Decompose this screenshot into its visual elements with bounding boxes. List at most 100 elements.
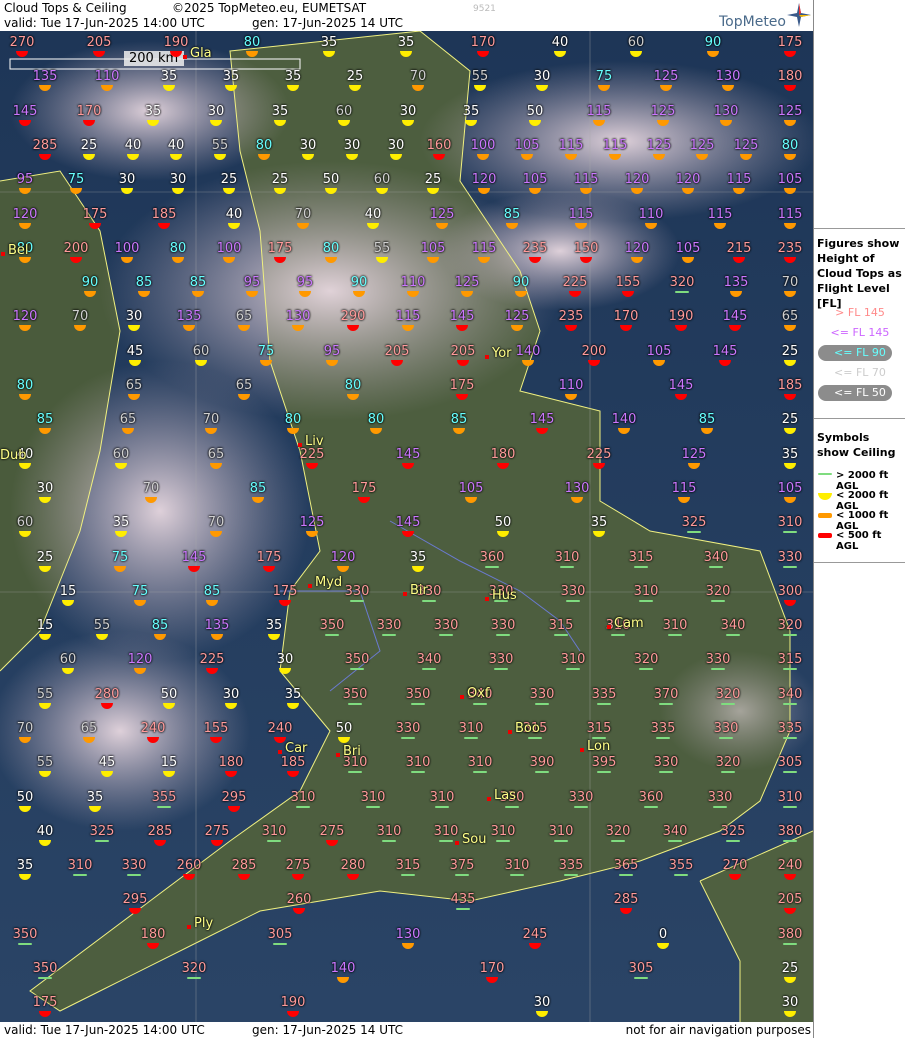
cloud-top-label: 145 <box>12 104 38 119</box>
cloud-top-label: 205 <box>384 344 410 359</box>
cloud-top-label: 35 <box>397 35 415 50</box>
cloud-top-label: 310 <box>376 824 402 839</box>
cloud-top-label: 55 <box>36 687 54 702</box>
ceiling-symbol <box>721 771 735 773</box>
cloud-top-label: 330 <box>707 790 733 805</box>
city-dub: Dub <box>0 448 27 463</box>
cloud-top-label: 310 <box>560 652 586 667</box>
cloud-top-label: 120 <box>624 241 650 256</box>
ceiling-symbol <box>18 943 32 945</box>
image-code: 9521 <box>473 4 496 14</box>
cloud-top-label: 305 <box>777 755 803 770</box>
cloud-top-label: 80 <box>781 138 799 153</box>
cloud-top-label: 240 <box>140 721 166 736</box>
ceiling-symbol <box>366 806 380 808</box>
city-bri: Bri <box>336 744 361 759</box>
cloud-top-label: 125 <box>681 447 707 462</box>
cloud-top-label: 330 <box>529 687 555 702</box>
cloud-top-label: 105 <box>458 481 484 496</box>
cloud-top-label: 110 <box>400 275 426 290</box>
cloud-top-label: 80 <box>16 378 34 393</box>
cloud-top-label: 35 <box>462 104 480 119</box>
cloud-top-label: 30 <box>222 687 240 702</box>
ceiling-symbol <box>273 943 287 945</box>
footer-valid-time: valid: Tue 17-Jun-2025 14:00 UTC <box>4 1023 205 1037</box>
satellite-map[interactable]: 200 km 270 205 190 80 35 35 170 40 60 90 175 135 110… <box>0 31 813 1022</box>
ceiling-symbol <box>726 634 740 636</box>
cloud-top-label: 335 <box>650 721 676 736</box>
cloud-top-label: 135 <box>176 309 202 324</box>
city-lon: Lon <box>580 739 610 754</box>
ceiling-symbol <box>473 771 487 773</box>
cloud-top-label: 310 <box>261 824 287 839</box>
ceiling-symbol <box>709 566 723 568</box>
cloud-top-label: 70 <box>142 481 160 496</box>
cloud-top-label: 190 <box>668 309 694 324</box>
cloud-top-label: 180 <box>218 755 244 770</box>
city-hus: Hus <box>485 588 517 603</box>
cloud-top-label: 275 <box>204 824 230 839</box>
ceiling-symbol <box>411 703 425 705</box>
ceiling-symbol <box>350 600 364 602</box>
cloud-top-label: 35 <box>320 35 338 50</box>
cloud-top-label: 270 <box>722 858 748 873</box>
ceiling-symbol <box>95 840 109 842</box>
city-dot <box>487 797 491 801</box>
ceiling-symbol <box>187 977 201 979</box>
cloud-top-label: 0 <box>658 927 668 942</box>
city-las: Las <box>487 788 516 803</box>
cloud-top-label: 65 <box>235 309 253 324</box>
cloud-top-label: 280 <box>340 858 366 873</box>
cloud-top-label: 145 <box>712 344 738 359</box>
cloud-top-label: 350 <box>12 927 38 942</box>
cloud-top-label: 330 <box>395 721 421 736</box>
cloud-top-label: 25 <box>781 961 799 976</box>
ceiling-symbol <box>611 840 625 842</box>
cloud-top-label: 175 <box>32 995 58 1010</box>
cloud-top-label: 360 <box>638 790 664 805</box>
cloud-top-label: 155 <box>615 275 641 290</box>
cloud-top-label: 310 <box>360 790 386 805</box>
cloud-top-label: 310 <box>504 858 530 873</box>
cloud-top-label: 120 <box>12 309 38 324</box>
cloud-top-label: 35 <box>409 550 427 565</box>
cloud-top-label: 320 <box>669 275 695 290</box>
cloud-top-label: 200 <box>63 241 89 256</box>
cloud-top-label: 65 <box>207 447 225 462</box>
legend-ceiling-label: > 2000 ft AGL <box>836 470 889 492</box>
city-label: Bri <box>343 744 361 759</box>
cloud-top-label: 50 <box>16 790 34 805</box>
cloud-top-label: 215 <box>726 241 752 256</box>
cloud-top-label: 235 <box>777 241 803 256</box>
ceiling-symbol <box>560 566 574 568</box>
ceiling-symbol <box>554 840 568 842</box>
cloud-top-label: 40 <box>364 207 382 222</box>
city-label: Bel <box>8 243 29 258</box>
ceiling-symbol <box>719 737 733 739</box>
cloud-top-label: 115 <box>707 207 733 222</box>
cloud-top-label: 355 <box>668 858 694 873</box>
ceiling-symbol <box>473 703 487 705</box>
cloud-top-label: 40 <box>551 35 569 50</box>
cloud-top-label: 110 <box>94 69 120 84</box>
cloud-top-label: 170 <box>470 35 496 50</box>
cloud-top-label: 35 <box>781 447 799 462</box>
cloud-top-label: 310 <box>467 755 493 770</box>
cloud-top-label: 330 <box>344 584 370 599</box>
cloud-top-label: 65 <box>125 378 143 393</box>
city-dot <box>278 750 282 754</box>
cloud-top-label: 130 <box>564 481 590 496</box>
cloud-top-label: 75 <box>67 172 85 187</box>
cloud-top-label: 25 <box>271 172 289 187</box>
cloud-top-label: 240 <box>267 721 293 736</box>
city-myd: Myd <box>308 575 342 590</box>
cloud-top-label: 340 <box>662 824 688 839</box>
cloud-top-label: 315 <box>395 858 421 873</box>
ceiling-symbol <box>435 806 449 808</box>
cloud-top-label: 80 <box>255 138 273 153</box>
topmeteo-logo[interactable]: TopMeteo <box>719 14 786 30</box>
cloud-top-label: 330 <box>705 652 731 667</box>
ceiling-symbol <box>325 634 339 636</box>
cloud-top-label: 30 <box>125 309 143 324</box>
cloud-top-label: 65 <box>781 309 799 324</box>
